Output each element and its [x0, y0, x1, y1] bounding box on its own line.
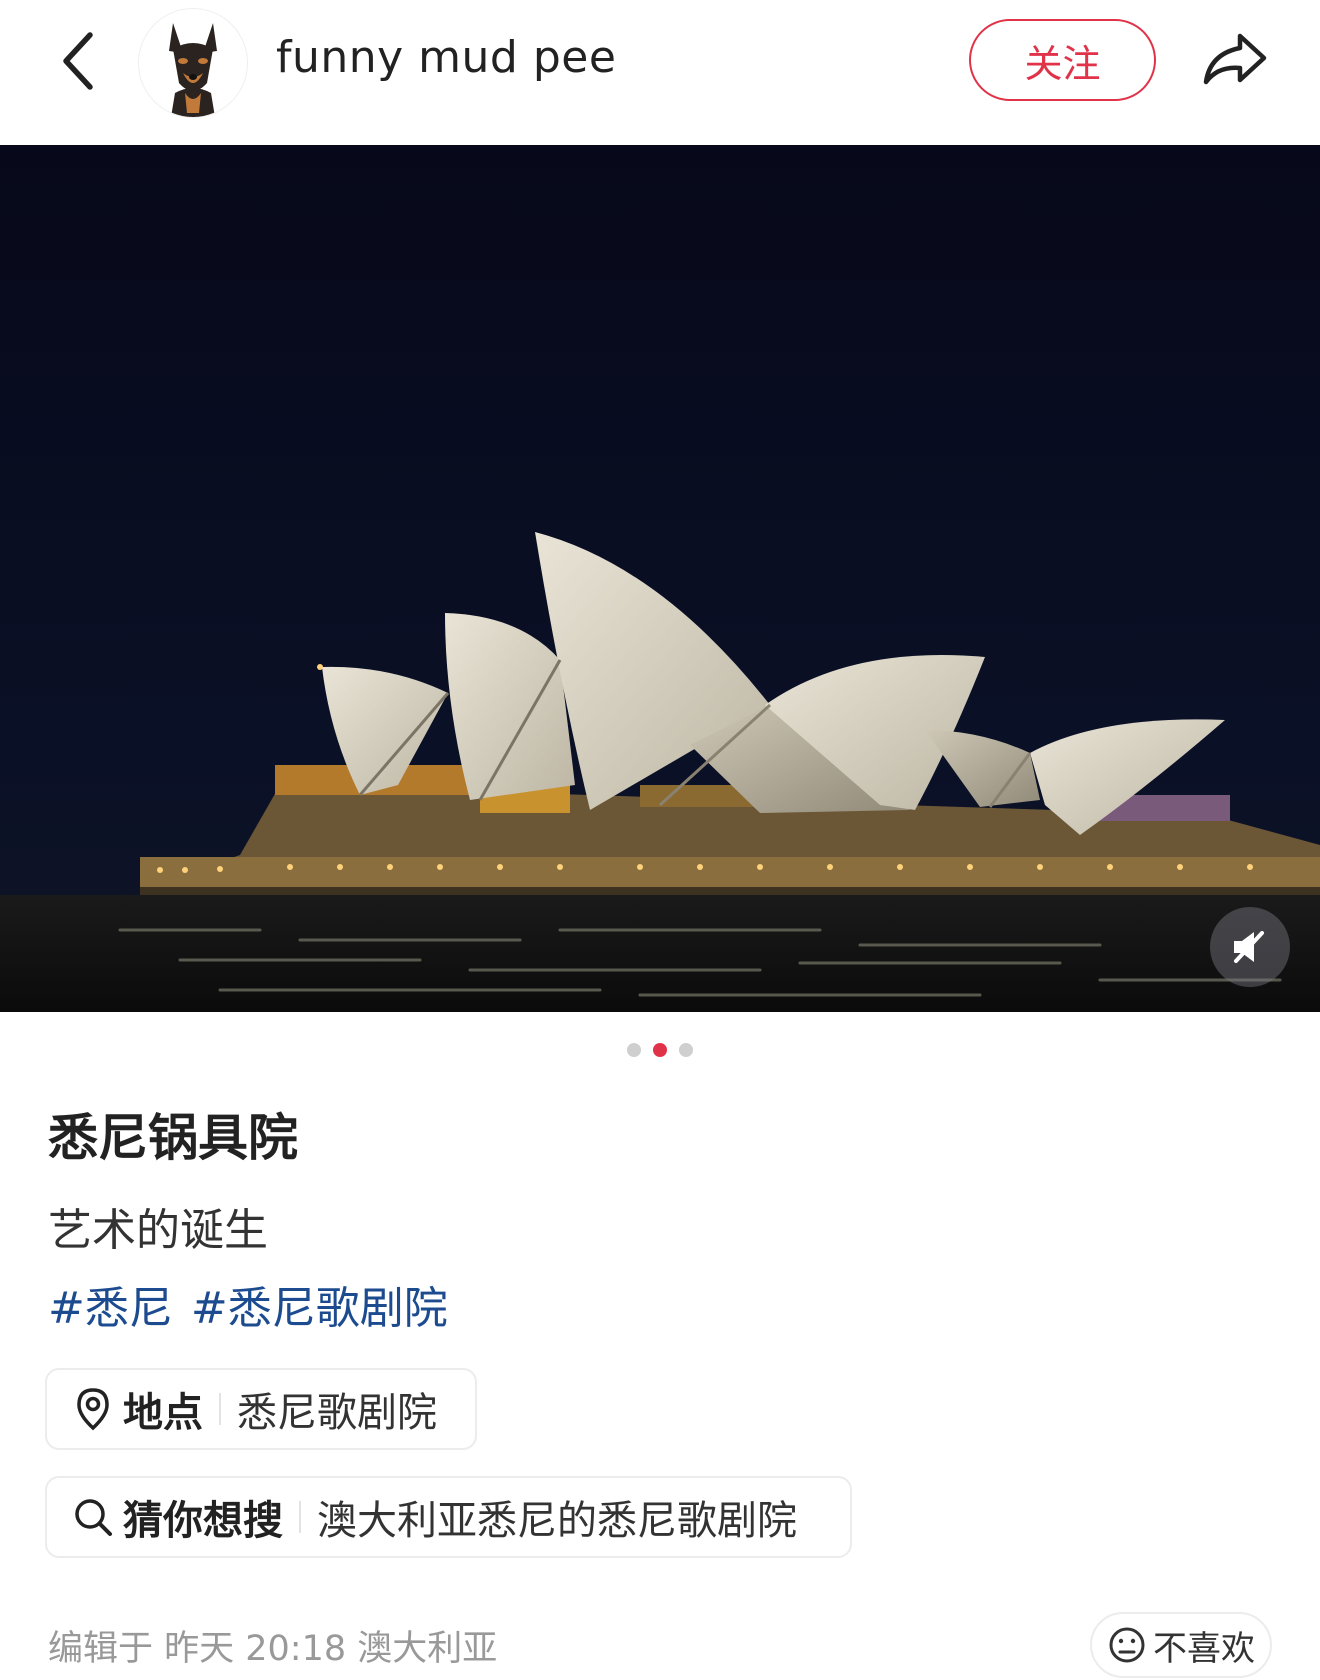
location-value: 悉尼歌剧院: [237, 1390, 437, 1436]
hashtag-list: #悉尼 #悉尼歌剧院: [48, 1272, 448, 1336]
username[interactable]: funny mud pee: [276, 32, 616, 83]
speaker-muted-icon: [1234, 931, 1264, 963]
carousel-dot-active[interactable]: [653, 1043, 667, 1057]
neutral-face-icon: [1109, 1627, 1145, 1663]
search-suggestion-chip[interactable]: 猜你想搜 澳大利亚悉尼的悉尼歌剧院: [45, 1476, 852, 1558]
follow-button[interactable]: 关注: [969, 19, 1156, 101]
post-title: 悉尼锅具院: [48, 1109, 298, 1167]
search-suggestion-value: 澳大利亚悉尼的悉尼歌剧院: [317, 1498, 797, 1544]
carousel-dot[interactable]: [627, 1043, 641, 1057]
location-label: 地点: [123, 1390, 203, 1436]
back-button[interactable]: [48, 28, 108, 94]
chip-divider: [299, 1501, 301, 1533]
post-meta: 编辑于 昨天 20:18 澳大利亚: [48, 1629, 498, 1669]
carousel-indicator: [0, 1040, 1320, 1060]
post-description: 艺术的诞生: [48, 1205, 268, 1256]
sydney-opera-house-night-photo: [0, 145, 1320, 1012]
search-suggestion-label: 猜你想搜: [123, 1498, 283, 1544]
location-pin-icon: [71, 1387, 115, 1431]
share-arrow-icon: [1203, 33, 1267, 85]
hashtag-link[interactable]: #悉尼歌剧院: [191, 1272, 448, 1336]
share-button[interactable]: [1196, 26, 1274, 92]
chip-divider: [219, 1393, 221, 1425]
post-photo[interactable]: [0, 145, 1320, 1012]
chevron-left-icon: [63, 32, 93, 90]
doberman-avatar-image: [139, 9, 247, 117]
search-icon: [71, 1495, 115, 1539]
mute-button[interactable]: [1210, 907, 1290, 987]
carousel-dot[interactable]: [679, 1043, 693, 1057]
dislike-label: 不喜欢: [1153, 1628, 1255, 1669]
dislike-button[interactable]: 不喜欢: [1090, 1612, 1272, 1678]
location-chip[interactable]: 地点 悉尼歌剧院: [45, 1368, 477, 1450]
avatar[interactable]: [138, 8, 248, 118]
post-header: funny mud pee 关注: [0, 0, 1320, 145]
hashtag-link[interactable]: #悉尼: [48, 1272, 173, 1336]
